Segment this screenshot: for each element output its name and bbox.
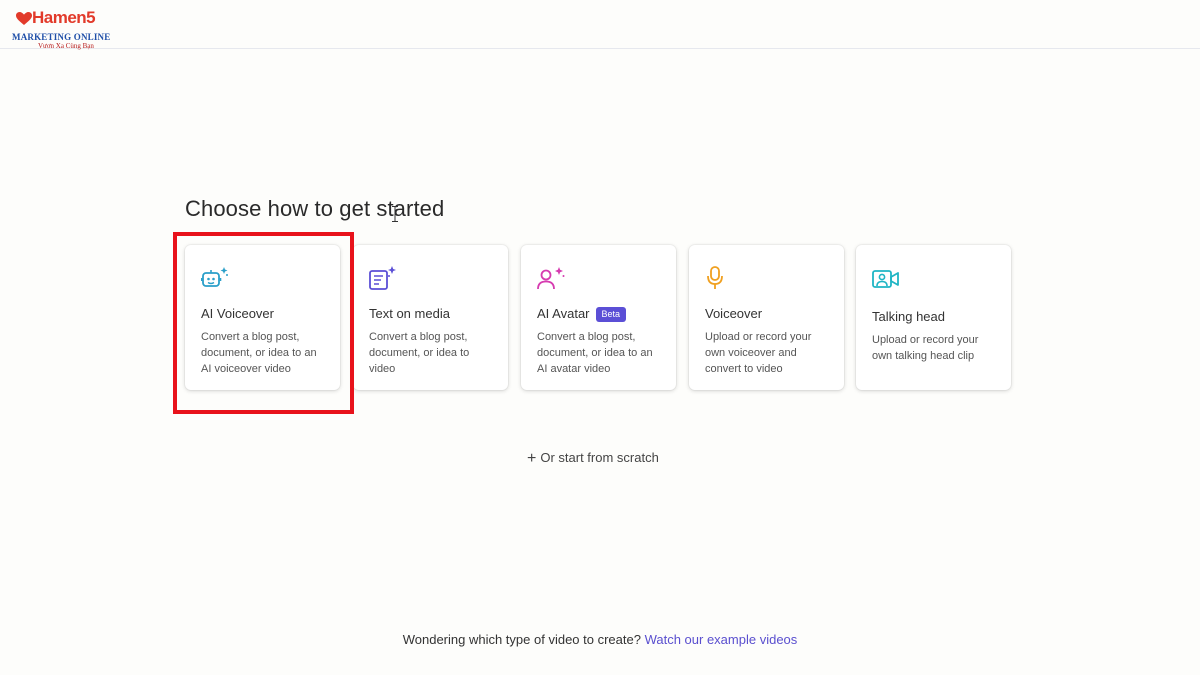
- heart-icon: [16, 12, 32, 25]
- card-description: Convert a blog post, document, or idea t…: [537, 331, 653, 375]
- top-bar: Hamen5 MARKETING ONLINE Vươn Xa Cùng Bạn: [0, 0, 1200, 52]
- footer-question: Wondering which type of video to create?: [402, 632, 641, 647]
- card-ai-voiceover[interactable]: AI Voiceover Convert a blog post, docume…: [185, 245, 340, 390]
- card-title: Talking head: [872, 309, 945, 324]
- card-description: Upload or record your own talking head c…: [872, 334, 979, 362]
- person-sparkle-icon: [537, 267, 565, 290]
- card-title: Voiceover: [705, 306, 763, 321]
- plus-icon: +: [527, 450, 537, 467]
- card-title: Text on media: [369, 306, 450, 321]
- ai-robot-icon: [201, 267, 228, 287]
- beta-badge: Beta: [595, 307, 627, 322]
- microphone-icon: [707, 266, 723, 289]
- text-document-sparkle-icon: [369, 266, 396, 290]
- watermark-logo: Hamen5 MARKETING ONLINE Vươn Xa Cùng Bạn: [10, 8, 110, 52]
- card-voiceover[interactable]: Voiceover Upload or record your own voic…: [689, 245, 844, 390]
- start-from-scratch-button[interactable]: + Or start from scratch: [527, 450, 659, 468]
- option-cards: AI Voiceover Convert a blog post, docume…: [185, 245, 1015, 395]
- logo-tagline: MARKETING ONLINE: [12, 32, 111, 42]
- video-camera-person-icon: [872, 270, 899, 288]
- start-from-scratch-label: Or start from scratch: [540, 450, 659, 465]
- logo-brand: Hamen5: [32, 8, 96, 27]
- footer-help: Wondering which type of video to create?…: [0, 632, 1200, 647]
- text-cursor-icon: [392, 206, 398, 222]
- card-description: Upload or record your own voiceover and …: [705, 331, 812, 375]
- card-title-text: AI Avatar: [537, 306, 590, 321]
- card-title: AI Voiceover: [201, 306, 274, 321]
- logo-slogan: Vươn Xa Cùng Bạn: [38, 42, 94, 50]
- card-text-on-media[interactable]: Text on media Convert a blog post, docum…: [353, 245, 508, 390]
- card-description: Convert a blog post, document, or idea t…: [369, 331, 470, 375]
- card-talking-head[interactable]: Talking head Upload or record your own t…: [856, 245, 1011, 390]
- card-ai-avatar[interactable]: AI Avatar Beta Convert a blog post, docum…: [521, 245, 676, 390]
- card-title: AI Avatar Beta: [537, 306, 627, 322]
- page-title: Choose how to get started: [185, 196, 445, 221]
- card-description: Convert a blog post, document, or idea t…: [201, 331, 317, 375]
- example-videos-link[interactable]: Watch our example videos: [645, 632, 798, 647]
